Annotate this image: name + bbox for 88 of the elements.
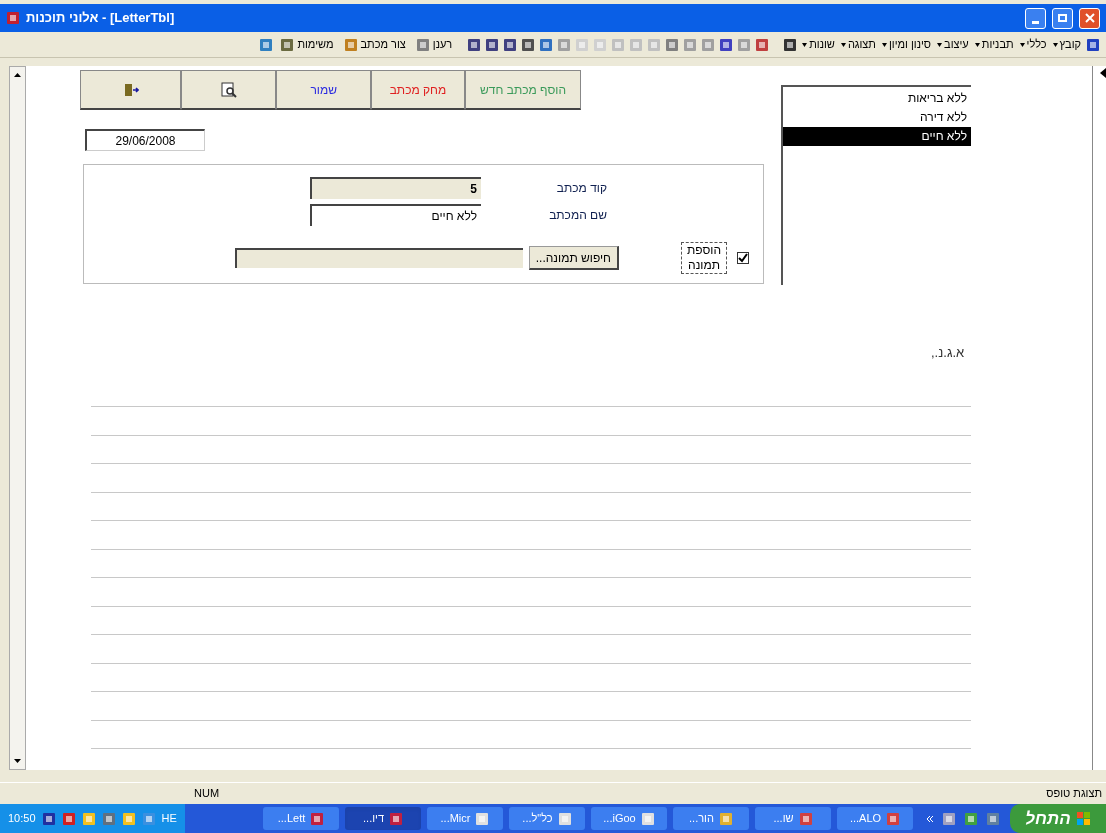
browse-picture-button[interactable]: חיפוש תמונה... [528,246,619,270]
tray-icon[interactable] [61,811,76,826]
chevron-icon[interactable] [926,815,934,822]
dropdown-arrow-icon [881,42,887,47]
taskbar-button[interactable]: ALO... [837,807,913,830]
dropdown-arrow-icon [1052,42,1058,47]
menu-item[interactable]: עיצוב [936,36,970,53]
taskbar-button[interactable]: Micr... [427,807,503,830]
app-icon [6,11,20,25]
app-icon [475,811,490,826]
field-label: שם המכתב [548,207,608,224]
taskbar-button[interactable]: iGoo... [591,807,667,830]
toolbar-button-icon [280,37,295,52]
menu-item[interactable]: קובץ [1051,36,1082,53]
quick-launch-icon[interactable] [942,811,956,826]
tray-icon[interactable] [101,811,116,826]
num-lock-indicator: NUM [194,786,220,802]
tray-icon[interactable] [121,811,136,826]
menu-item[interactable]: כללי [1018,36,1048,53]
tray-icon[interactable] [141,811,156,826]
tray-icon[interactable] [81,811,96,826]
app-icon [310,811,325,826]
list-item[interactable]: ללא דירה [783,108,971,127]
minimize-button[interactable] [1025,7,1046,29]
check-icon [738,253,748,263]
clock: 10:50 [8,811,36,827]
toolbar-tool-icon[interactable] [503,37,518,52]
toolbar-tool-icon[interactable] [665,37,680,52]
close-button[interactable] [1079,7,1100,29]
date-field[interactable]: 29/06/2008 [85,129,205,151]
restore-button[interactable] [1052,7,1073,29]
exit-button[interactable] [80,70,182,110]
menu-item[interactable]: סינון ומיון [880,36,933,53]
toolbar-button[interactable]: רענן [412,36,456,53]
dropdown-arrow-icon [937,42,943,47]
toolbar-tool-icon[interactable] [539,37,554,52]
pointer-arrow-icon [1100,68,1106,78]
app-icon [557,811,572,826]
app-icon [389,811,403,826]
menu-item[interactable]: תצוגה [839,36,877,53]
app-icon [640,811,655,826]
delete-letter-button[interactable]: מחק מכתב [370,70,466,110]
quick-launch-icon[interactable] [986,811,1000,826]
magnifier-icon [220,81,237,98]
taskbar-button[interactable]: Lett... [263,807,339,830]
door-exit-icon [122,81,139,98]
toolbar-tool-icon[interactable] [755,37,770,52]
dropdown-arrow-icon [1019,42,1025,47]
menu-item[interactable]: תבניות [973,36,1015,53]
toolbar-button[interactable]: משימות [277,36,337,53]
toolbar-tool-icon[interactable] [485,37,500,52]
app-icon [798,811,813,826]
taskbar-button[interactable]: שו... [755,807,831,830]
start-button[interactable]: התחל [1010,804,1106,833]
list-item[interactable]: ללא בריאות [783,89,971,108]
add-picture-label: הוספת תמונה [681,242,727,274]
dropdown-arrow-icon [840,42,846,47]
window-title: אלוני תוכנות - [LetterTbl] [26,9,175,28]
toolbar-tool-icon[interactable] [467,37,482,52]
save-button[interactable]: שמור [276,70,371,110]
letter-code-field[interactable]: 5 [310,177,481,199]
quick-launch-icon[interactable] [964,811,978,826]
app-icon [886,811,901,826]
toolbar-button-icon [343,37,358,52]
toolbar-button[interactable]: צור מכתב [340,36,409,53]
app-icon [718,811,733,826]
letter-name-field[interactable]: ללא חיים [310,204,481,226]
dropdown-arrow-icon [802,42,808,47]
toolbar-tool-icon[interactable] [521,37,536,52]
add-picture-checkbox[interactable] [737,252,749,264]
vertical-scrollbar[interactable] [9,66,26,770]
tray-icon[interactable] [41,811,56,826]
toolbar-button-icon [415,37,430,52]
taskbar-button[interactable]: דיו... [345,807,421,830]
letters-listbox[interactable]: ללא בריאות ללא דירה ללא חיים [781,85,971,285]
close-icon [1084,13,1095,23]
windows-logo-icon [1076,811,1091,826]
toolbar-tool-icon[interactable] [719,37,734,52]
view-mode-status: תצוגת טופס [1046,786,1102,802]
dropdown-arrow-icon [974,42,980,47]
preview-button[interactable] [181,70,277,110]
picture-path-field[interactable] [234,248,523,268]
list-item[interactable]: ללא חיים [783,127,971,146]
taskbar-button[interactable]: כל"ל... [509,807,585,830]
menu-item[interactable]: שונות [801,36,836,53]
greeting-text: א.ג.נ., [931,344,965,362]
field-label: קוד מכתב [555,180,608,197]
taskbar-button[interactable]: הור... [673,807,749,830]
